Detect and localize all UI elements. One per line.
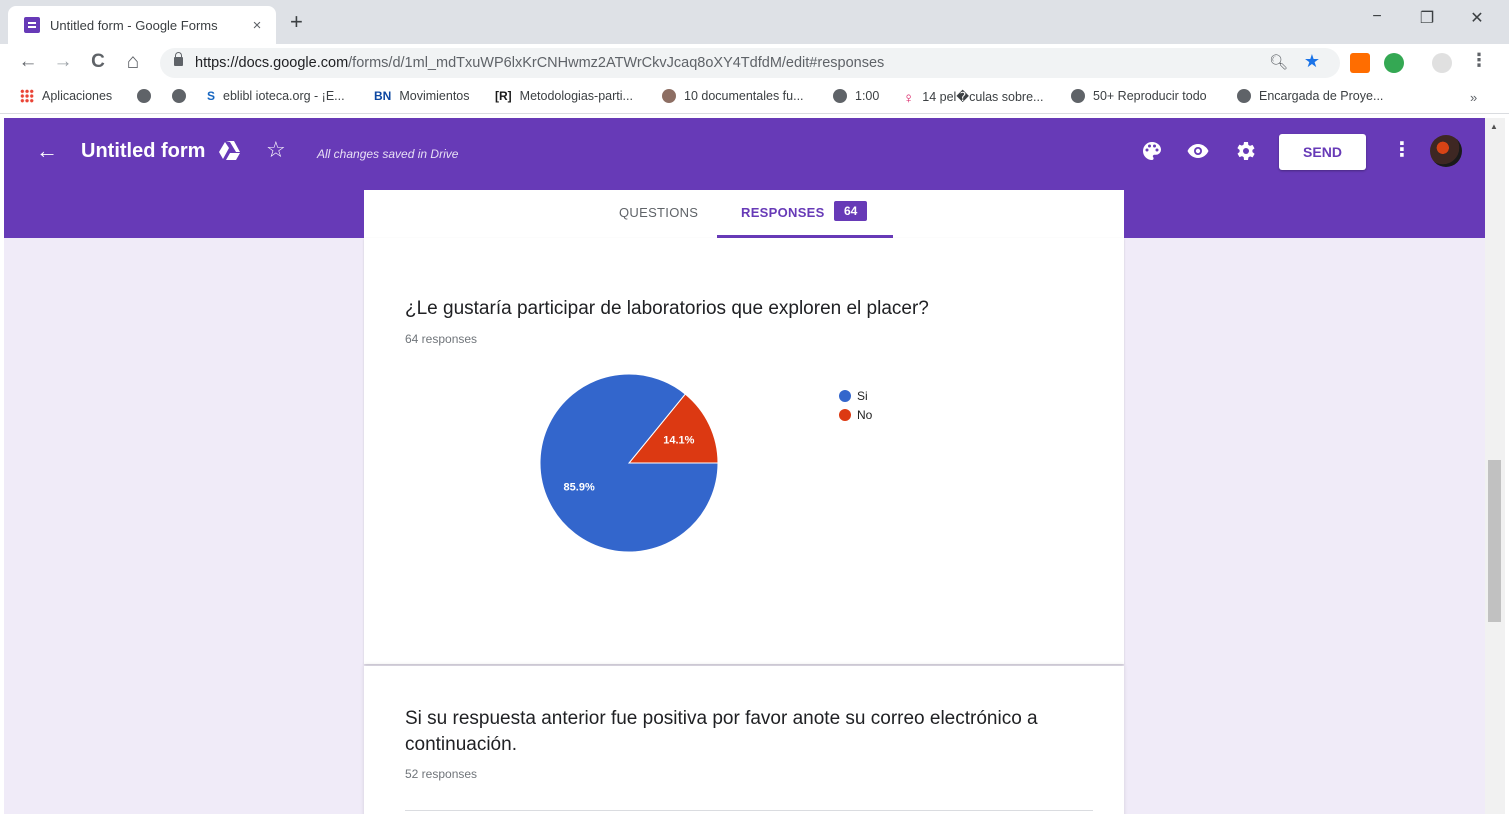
- apps-grid-icon: [20, 89, 34, 103]
- bookmark-documentales[interactable]: 10 documentales fu...: [662, 89, 804, 103]
- back-arrow-icon[interactable]: ←: [36, 138, 58, 164]
- card-divider: [405, 810, 1093, 811]
- form-tabs: QUESTIONS RESPONSES 64: [364, 190, 1124, 238]
- settings-gear-icon[interactable]: [1233, 139, 1257, 163]
- extension-green-icon[interactable]: [1384, 53, 1404, 73]
- globe-icon: [1071, 89, 1085, 103]
- restore-button[interactable]: ❐: [1412, 8, 1442, 28]
- google-forms-favicon-icon: [24, 17, 40, 33]
- lock-icon: [174, 52, 183, 66]
- form-title[interactable]: Untitled form: [81, 140, 205, 163]
- legend-item-si: Si: [839, 386, 872, 405]
- chart-legend: Si No: [839, 386, 872, 424]
- chrome-menu-icon[interactable]: ⋮: [1470, 50, 1488, 71]
- r-icon: [R]: [495, 89, 512, 103]
- question-title: ¿Le gustaría participar de laboratorios …: [405, 298, 929, 319]
- move-to-folder-icon[interactable]: [218, 140, 242, 162]
- bookmark-ebiblioteca[interactable]: Seblibl ioteca.org - ¡E...: [207, 89, 345, 103]
- address-toolbar: ← → C ⌂ https://docs.google.com/forms/d/…: [0, 44, 1509, 82]
- url-text: https://docs.google.com/forms/d/1ml_mdTx…: [195, 55, 885, 71]
- tab-title: Untitled form - Google Forms: [50, 17, 218, 33]
- forward-icon[interactable]: →: [51, 51, 75, 73]
- preview-eye-icon[interactable]: [1186, 139, 1210, 163]
- pie-chart: 14.1% 85.9%: [539, 373, 719, 553]
- pie-label-si: 85.9%: [564, 482, 595, 494]
- response-count: 64 responses: [405, 332, 478, 346]
- more-options-icon[interactable]: ⋮: [1392, 137, 1412, 162]
- legend-label: No: [857, 407, 873, 422]
- bookmarks-bar: Aplicaciones Seblibl ioteca.org - ¡E... …: [0, 82, 1509, 114]
- bookmark-star-icon[interactable]: ★: [1304, 51, 1320, 72]
- avatar[interactable]: [1430, 135, 1462, 167]
- browser-tab[interactable]: Untitled form - Google Forms ×: [8, 6, 276, 44]
- legend-dot-icon: [839, 389, 851, 402]
- tab-questions[interactable]: QUESTIONS: [619, 205, 698, 220]
- bookmark-apps[interactable]: Aplicaciones: [20, 89, 112, 103]
- minimize-button[interactable]: −: [1362, 8, 1392, 26]
- s-icon: S: [207, 89, 216, 103]
- question-summary-card: Si su respuesta anterior fue positiva po…: [364, 666, 1124, 814]
- legend-dot-icon: [839, 408, 851, 421]
- zoom-icon[interactable]: 🔍︎: [1269, 53, 1288, 71]
- bn-icon: BN: [374, 89, 392, 103]
- tab-close-icon[interactable]: ×: [248, 17, 266, 34]
- scroll-up-icon[interactable]: ▲: [1490, 122, 1498, 131]
- profile-icon[interactable]: [1432, 53, 1452, 73]
- bookmark-globe-1[interactable]: [137, 89, 159, 103]
- responses-count-badge: 64: [834, 201, 868, 221]
- save-status: All changes saved in Drive: [317, 147, 459, 161]
- female-icon: ♀: [903, 89, 915, 107]
- bookmark-metodologias[interactable]: [R] Metodologias-parti...: [495, 89, 633, 103]
- legend-item-no: No: [839, 405, 872, 424]
- reload-icon[interactable]: C: [86, 51, 110, 73]
- palette-icon[interactable]: [1140, 139, 1164, 163]
- star-icon[interactable]: ☆: [266, 137, 286, 163]
- tab-responses[interactable]: RESPONSES: [741, 205, 825, 220]
- legend-label: Si: [857, 388, 868, 403]
- question-summary-card: ¿Le gustaría participar de laboratorios …: [364, 238, 1124, 664]
- bookmark-globe-2[interactable]: [172, 89, 194, 103]
- globe-icon: [137, 89, 151, 103]
- home-icon[interactable]: ⌂: [121, 51, 145, 73]
- person-icon: [662, 89, 676, 103]
- new-tab-button[interactable]: +: [290, 10, 303, 34]
- bookmarks-overflow-icon[interactable]: »: [1470, 90, 1477, 105]
- response-count: 52 responses: [405, 767, 478, 781]
- bookmark-encargada[interactable]: Encargada de Proye...: [1237, 89, 1383, 103]
- pie-label-no: 14.1%: [663, 434, 694, 446]
- page-scrollbar[interactable]: ▲: [1485, 118, 1505, 814]
- bookmark-time[interactable]: 1:00: [833, 89, 879, 103]
- forms-page: ← Untitled form ☆ All changes saved in D…: [4, 118, 1485, 814]
- bookmark-peliculas[interactable]: ♀ 14 pel�culas sobre...: [903, 89, 1043, 107]
- globe-icon: [1237, 89, 1251, 103]
- close-window-button[interactable]: ✕: [1462, 8, 1492, 28]
- scroll-thumb[interactable]: [1488, 460, 1501, 622]
- question-title: Si su respuesta anterior fue positiva po…: [405, 708, 1038, 755]
- url-bar[interactable]: https://docs.google.com/forms/d/1ml_mdTx…: [160, 48, 1340, 78]
- browser-tabstrip: Untitled form - Google Forms × + − ❐ ✕: [0, 0, 1509, 44]
- globe-icon: [172, 89, 186, 103]
- globe-icon: [833, 89, 847, 103]
- bookmark-movimientos[interactable]: BN Movimientos: [374, 89, 470, 103]
- extension-orange-icon[interactable]: [1350, 53, 1370, 73]
- send-button[interactable]: SEND: [1279, 134, 1366, 170]
- back-icon[interactable]: ←: [16, 51, 40, 73]
- bookmark-reproducir[interactable]: 50+ Reproducir todo: [1071, 89, 1207, 103]
